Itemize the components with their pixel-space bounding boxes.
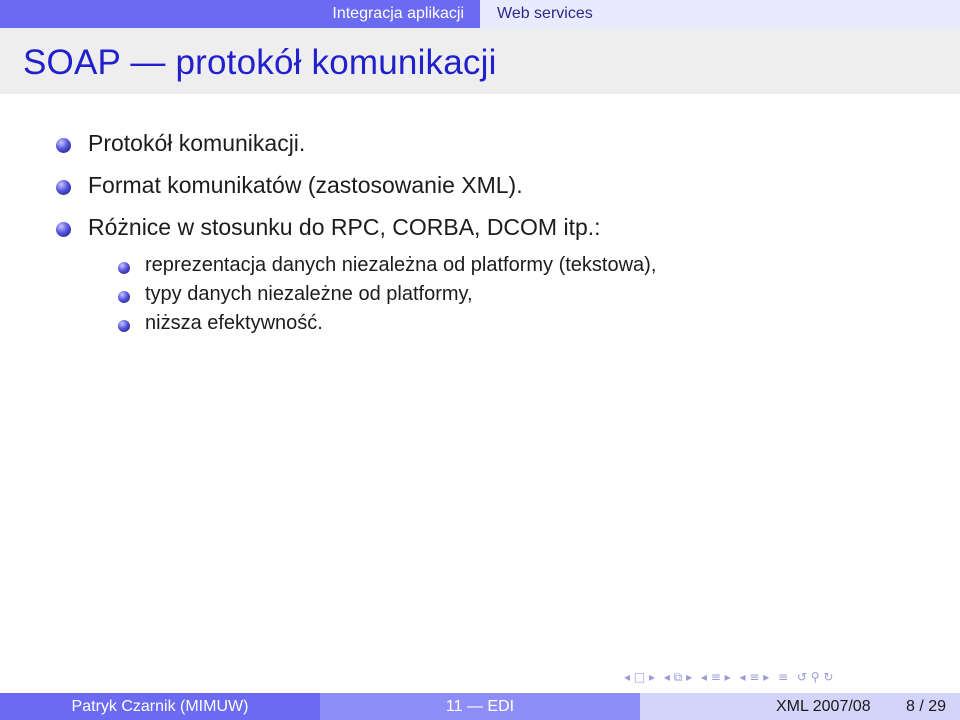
list-item: Format komunikatów (zastosowanie XML). — [88, 172, 523, 198]
headline-subsection-area: Web services — [480, 0, 960, 28]
nav-section-icon[interactable]: ◂ ≡ ▸ — [739, 670, 769, 684]
bullet-icon — [56, 222, 71, 237]
sub-list-item: reprezentacja danych niezależna od platf… — [145, 254, 657, 276]
sub-list-item: niższa efektywność. — [145, 312, 323, 334]
list-item: Różnice w stosunku do RPC, CORBA, DCOM i… — [88, 214, 601, 240]
sub-bullet-icon — [118, 320, 130, 332]
headline-section-area: Integracja aplikacji — [0, 0, 480, 28]
headline-section-link[interactable]: Integracja aplikacji — [332, 5, 464, 23]
nav-frame-icon[interactable]: ◂ ⧉ ▸ — [664, 670, 692, 685]
nav-subsection-icon[interactable]: ◂ ≡ ▸ — [701, 670, 731, 684]
nav-search-icon[interactable]: ↺ ⚲ ↻ — [797, 670, 834, 684]
headline: Integracja aplikacji Web services — [0, 0, 960, 28]
frame-title: SOAP — protokół komunikacji — [23, 43, 497, 82]
headline-subsection-link[interactable]: Web services — [497, 5, 593, 23]
footer-title: 11 — EDI — [445, 698, 515, 715]
footer-date-box: XML 2007/08 8 / 29 — [640, 693, 960, 720]
sub-bullet-icon — [118, 262, 130, 274]
list-item: Protokół komunikacji. — [88, 130, 306, 156]
footer-author: Patryk Czarnik (MIMUW) — [71, 698, 249, 715]
nav-align-icon[interactable]: ≡ — [778, 670, 788, 684]
nav-first-icon[interactable]: ◂ □ ▸ — [624, 670, 655, 684]
navigation-symbols: ◂ □ ▸ ◂ ⧉ ▸ ◂ ≡ ▸ ◂ ≡ ▸ ≡ ↺ ⚲ ↻ — [624, 670, 838, 684]
sub-bullet-icon — [118, 291, 130, 303]
footer-author-box: Patryk Czarnik (MIMUW) — [0, 693, 320, 720]
bullet-icon — [56, 180, 71, 195]
footer-page-number: 8 / 29 — [905, 698, 946, 715]
footer-title-box: 11 — EDI — [320, 693, 640, 720]
footline: Patryk Czarnik (MIMUW) 11 — EDI XML 2007… — [0, 693, 960, 720]
footer-date: XML 2007/08 — [776, 698, 871, 715]
bullet-icon — [56, 138, 71, 153]
sub-list-item: typy danych niezależne od platformy, — [145, 283, 473, 305]
